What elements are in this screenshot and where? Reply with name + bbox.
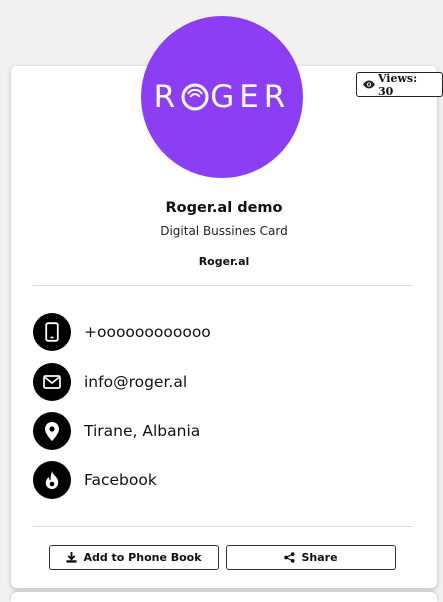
eye-icon <box>363 80 375 89</box>
views-counter-badge: Views: 30 <box>356 71 443 98</box>
contact-email-circle <box>33 363 71 401</box>
contact-address[interactable]: Tirane, Albania <box>33 412 200 450</box>
logo-letter-r: R <box>153 79 181 115</box>
envelope-icon <box>43 375 61 389</box>
business-card-page: R GER Views: 30 Roger.al demo Digital Bu… <box>0 0 443 602</box>
contact-email-label: info@roger.al <box>84 373 188 391</box>
contact-address-label: Tirane, Albania <box>84 422 201 440</box>
share-button[interactable]: Share <box>226 545 396 570</box>
download-icon <box>66 552 77 563</box>
profile-company: Roger.al <box>198 255 250 268</box>
flame-icon <box>45 471 59 489</box>
contact-facebook[interactable]: Facebook <box>33 461 157 499</box>
mobile-phone-icon <box>45 322 59 342</box>
share-label: Share <box>301 551 338 564</box>
contact-phone-label: +oooooooooooo <box>84 323 211 341</box>
profile-name: Roger.al demo <box>165 200 283 216</box>
map-pin-icon <box>45 421 59 441</box>
add-to-phone-book-button[interactable]: Add to Phone Book <box>49 545 219 570</box>
next-card-edge <box>11 592 437 602</box>
contact-email[interactable]: info@roger.al <box>33 363 187 401</box>
share-icon <box>284 552 296 563</box>
views-counter-label: Views: 30 <box>377 71 418 98</box>
contact-phone-circle <box>33 313 71 351</box>
contact-facebook-circle <box>33 461 71 499</box>
roger-logo: R GER <box>154 79 291 115</box>
contact-phone[interactable]: +oooooooooooo <box>33 313 211 351</box>
divider-bottom <box>33 526 413 527</box>
contact-facebook-label: Facebook <box>84 471 157 489</box>
divider-top <box>33 285 413 286</box>
logo-letters-ger: GER <box>210 79 291 115</box>
add-to-phone-book-label: Add to Phone Book <box>83 551 202 564</box>
avatar: R GER <box>141 16 303 178</box>
profile-subtitle: Digital Bussines Card <box>160 224 288 238</box>
contact-address-circle <box>33 412 71 450</box>
logo-o-signal-icon <box>181 83 209 111</box>
